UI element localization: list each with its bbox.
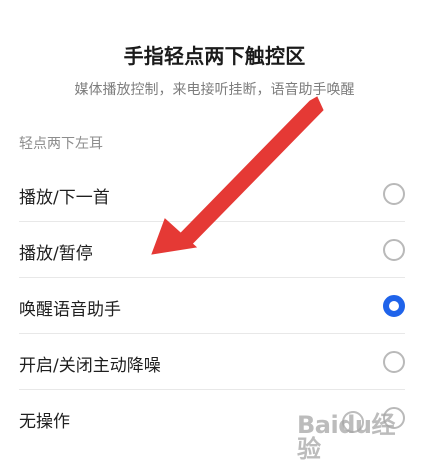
option-label: 无操作 — [19, 412, 70, 432]
radio-unselected-icon[interactable] — [383, 239, 405, 261]
option-label: 播放/暂停 — [19, 244, 93, 264]
page-subtitle: 媒体播放控制，来电接听挂断，语音助手唤醒 — [74, 82, 355, 98]
radio-unselected-icon[interactable] — [383, 183, 405, 205]
option-label: 唤醒语音助手 — [19, 300, 121, 320]
option-label: 开启/关闭主动降噪 — [19, 356, 161, 376]
radio-selected-icon[interactable] — [383, 295, 405, 317]
option-play-next[interactable]: 播放/下一首 — [0, 166, 429, 222]
option-label: 播放/下一首 — [19, 188, 110, 208]
baidu-watermark: Baidu经验 — [297, 409, 417, 461]
option-noise-cancellation[interactable]: 开启/关闭主动降噪 — [0, 334, 429, 390]
option-voice-assistant[interactable]: 唤醒语音助手 — [0, 278, 429, 334]
settings-page: 手指轻点两下触控区 媒体播放控制，来电接听挂断，语音助手唤醒 轻点两下左耳 播放… — [0, 0, 429, 465]
radio-unselected-icon[interactable] — [383, 351, 405, 373]
section-label: 轻点两下左耳 — [19, 136, 103, 152]
page-title: 手指轻点两下触控区 — [123, 44, 306, 68]
options-list: 播放/下一首 播放/暂停 唤醒语音助手 开启/关闭主动降噪 无操作 — [0, 166, 429, 446]
option-play-pause[interactable]: 播放/暂停 — [0, 222, 429, 278]
